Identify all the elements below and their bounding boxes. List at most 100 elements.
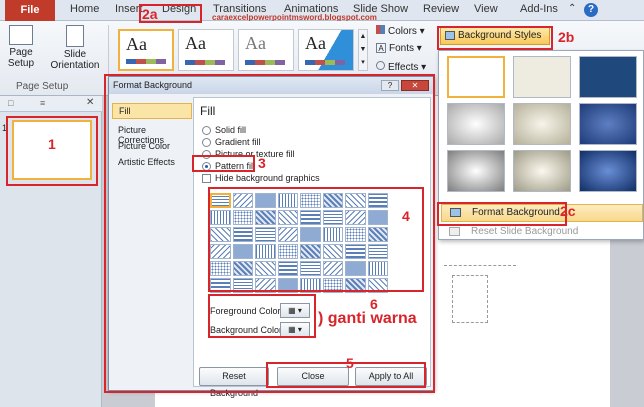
pattern-swatch[interactable] (232, 193, 253, 208)
pattern-swatch[interactable] (232, 244, 253, 259)
colors-button[interactable]: Colors ▾ (376, 25, 425, 37)
pattern-swatch[interactable] (322, 227, 343, 242)
effects-button[interactable]: Effects ▾ (376, 61, 426, 73)
tab-review[interactable]: Review (423, 3, 459, 15)
pattern-swatch[interactable] (322, 244, 343, 259)
pattern-swatch[interactable] (210, 210, 231, 225)
pattern-swatch[interactable] (345, 244, 366, 259)
pattern-swatch[interactable] (210, 261, 231, 276)
pattern-swatch[interactable] (255, 244, 276, 259)
page-setup-button[interactable]: Page Setup (4, 25, 38, 69)
fonts-button[interactable]: A Fonts ▾ (376, 43, 422, 54)
pattern-swatch[interactable] (232, 227, 253, 242)
pattern-swatch[interactable] (345, 193, 366, 208)
pattern-swatch[interactable] (232, 278, 253, 293)
bg-style-swatch[interactable] (447, 103, 505, 145)
pattern-swatch[interactable] (255, 261, 276, 276)
pattern-swatch[interactable] (300, 193, 321, 208)
pattern-swatch[interactable] (300, 210, 321, 225)
tab-view[interactable]: View (474, 3, 498, 15)
theme-4[interactable]: Aa (298, 29, 354, 71)
pattern-swatch[interactable] (345, 210, 366, 225)
pattern-swatch[interactable] (345, 261, 366, 276)
reset-slide-background-menu-item: Reset Slide Background (441, 225, 643, 241)
tab-insert[interactable]: Insert (115, 3, 143, 15)
slides-tab-icon[interactable]: □ (8, 98, 13, 108)
bg-style-swatch[interactable] (579, 56, 637, 98)
close-button[interactable]: Close (277, 367, 349, 386)
pattern-swatch[interactable] (367, 261, 388, 276)
reset-background-button[interactable]: Reset Background (199, 367, 269, 398)
pattern-swatch[interactable] (210, 193, 231, 208)
bg-style-swatch[interactable] (513, 103, 571, 145)
category-artistic-effects[interactable]: Artistic Effects (112, 155, 192, 169)
pattern-swatch[interactable] (300, 278, 321, 293)
pattern-swatch[interactable] (367, 210, 388, 225)
theme-scroll-buttons[interactable]: ▲ ▼ ▾ (358, 29, 368, 71)
gradient-fill-radio[interactable]: Gradient fill (202, 137, 261, 147)
apply-to-all-button[interactable]: Apply to All (355, 367, 427, 386)
help-icon[interactable]: ? (381, 80, 399, 91)
category-fill[interactable]: Fill (112, 103, 192, 119)
pattern-swatch[interactable] (255, 210, 276, 225)
placeholder-box (452, 275, 488, 323)
theme-2[interactable]: Aa (178, 29, 234, 71)
bg-style-swatch[interactable] (513, 56, 571, 98)
bg-style-swatch[interactable] (447, 56, 505, 98)
background-color-label: Background Color: (210, 325, 285, 335)
pattern-fill-radio[interactable]: Pattern fill (202, 161, 255, 171)
bg-style-swatch[interactable] (579, 150, 637, 192)
tab-design[interactable]: Design (162, 3, 196, 15)
close-panel-icon[interactable]: ✕ (86, 97, 94, 108)
pattern-swatch[interactable] (322, 261, 343, 276)
help-icon[interactable]: ? (584, 3, 598, 17)
pattern-swatch[interactable] (277, 227, 298, 242)
pattern-swatch[interactable] (277, 278, 298, 293)
slide-orientation-button[interactable]: Slide Orientation (46, 25, 104, 71)
pattern-swatch[interactable] (345, 227, 366, 242)
pattern-swatch[interactable] (322, 210, 343, 225)
tab-addins[interactable]: Add-Ins (520, 3, 558, 15)
background-color-button[interactable]: ▦ ▾ (280, 322, 310, 337)
pattern-swatch[interactable] (277, 244, 298, 259)
pattern-swatch[interactable] (277, 193, 298, 208)
pattern-swatch[interactable] (277, 210, 298, 225)
bg-style-swatch[interactable] (447, 150, 505, 192)
category-picture-color[interactable]: Picture Color (112, 139, 192, 153)
close-icon[interactable]: ✕ (401, 80, 429, 91)
pattern-swatch[interactable] (300, 244, 321, 259)
annotation-label-2c: 2c (560, 203, 576, 219)
theme-3[interactable]: Aa (238, 29, 294, 71)
theme-office[interactable]: Aa (118, 29, 174, 71)
pattern-swatch[interactable] (367, 193, 388, 208)
pattern-swatch[interactable] (277, 261, 298, 276)
pattern-swatch[interactable] (367, 227, 388, 242)
pattern-swatch[interactable] (232, 261, 253, 276)
pattern-swatch[interactable] (300, 227, 321, 242)
hide-background-graphics-checkbox[interactable]: Hide background graphics (202, 173, 320, 183)
picture-texture-fill-radio[interactable]: Picture or texture fill (202, 149, 295, 159)
background-styles-button[interactable]: Background Styles ▾ (440, 27, 550, 57)
pattern-swatch[interactable] (322, 278, 343, 293)
minimize-ribbon-icon[interactable]: ⌃ (568, 3, 576, 14)
pattern-swatch[interactable] (210, 244, 231, 259)
tab-home[interactable]: Home (70, 3, 99, 15)
outline-tab-icon[interactable]: ≡ (40, 98, 45, 108)
pattern-swatch[interactable] (300, 261, 321, 276)
bg-style-swatch[interactable] (513, 150, 571, 192)
pattern-swatch[interactable] (232, 210, 253, 225)
solid-fill-radio[interactable]: Solid fill (202, 125, 246, 135)
bg-style-swatch[interactable] (579, 103, 637, 145)
pattern-swatch[interactable] (345, 278, 366, 293)
pattern-swatch[interactable] (367, 278, 388, 293)
pattern-swatch[interactable] (255, 227, 276, 242)
format-background-menu-item[interactable]: Format Background... (441, 204, 643, 222)
foreground-color-button[interactable]: ▦ ▾ (280, 303, 310, 318)
tab-file[interactable]: File (5, 0, 55, 21)
pattern-swatch[interactable] (367, 244, 388, 259)
pattern-swatch[interactable] (255, 193, 276, 208)
pattern-swatch[interactable] (210, 227, 231, 242)
pattern-swatch[interactable] (210, 278, 231, 293)
pattern-swatch[interactable] (322, 193, 343, 208)
pattern-swatch[interactable] (255, 278, 276, 293)
